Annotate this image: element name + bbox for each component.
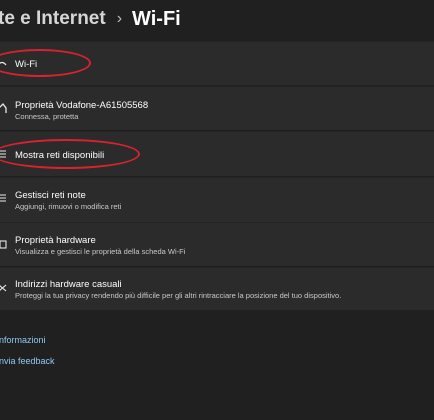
page-title: Wi-Fi xyxy=(132,7,181,30)
shuffle-icon xyxy=(0,282,7,294)
card-title: Gestisci reti note xyxy=(15,190,86,201)
breadcrumb-parent[interactable]: te e Internet xyxy=(0,8,106,30)
card-title: Mostra reti disponibili xyxy=(15,150,105,161)
card-title: Proprietà hardware xyxy=(15,235,96,246)
wifi-icon xyxy=(0,58,7,70)
card-subtitle: Aggiungi, rimuovi o modifica reti xyxy=(15,202,122,211)
card-subtitle: Visualizza e gestisci le proprietà della… xyxy=(15,247,186,256)
breadcrumb-separator: › xyxy=(116,10,123,27)
card-title: Indirizzi hardware casuali xyxy=(15,279,122,290)
random-hardware-addresses-card[interactable]: Indirizzi hardware casuali Proteggi la t… xyxy=(0,267,434,310)
card-title: Proprietà Vodafone-A61505568 xyxy=(15,100,149,111)
card-subtitle: Connessa, protetta xyxy=(15,112,79,121)
breadcrumb: te e Internet › Wi-Fi xyxy=(0,6,181,32)
card-subtitle: Proteggi la tua privacy rendendo più dif… xyxy=(15,291,342,300)
feedback-link[interactable]: nvia feedback xyxy=(0,356,55,366)
card-title: Wi-Fi xyxy=(15,59,38,70)
hardware-properties-card[interactable]: Proprietà hardware Visualizza e gestisci… xyxy=(0,222,434,266)
house-icon xyxy=(0,102,7,114)
show-networks-card[interactable]: Mostra reti disponibili xyxy=(0,131,434,176)
wifi-toggle-card[interactable]: Wi-Fi xyxy=(0,41,434,85)
network-properties-card[interactable]: Proprietà Vodafone-A61505568 Connessa, p… xyxy=(0,86,434,130)
list-icon xyxy=(0,148,7,160)
list-icon xyxy=(0,192,7,204)
manage-known-networks-card[interactable]: Gestisci reti note Aggiungi, rimuovi o m… xyxy=(0,177,434,222)
chip-icon xyxy=(0,238,7,250)
info-link[interactable]: nformazioni xyxy=(0,335,46,345)
